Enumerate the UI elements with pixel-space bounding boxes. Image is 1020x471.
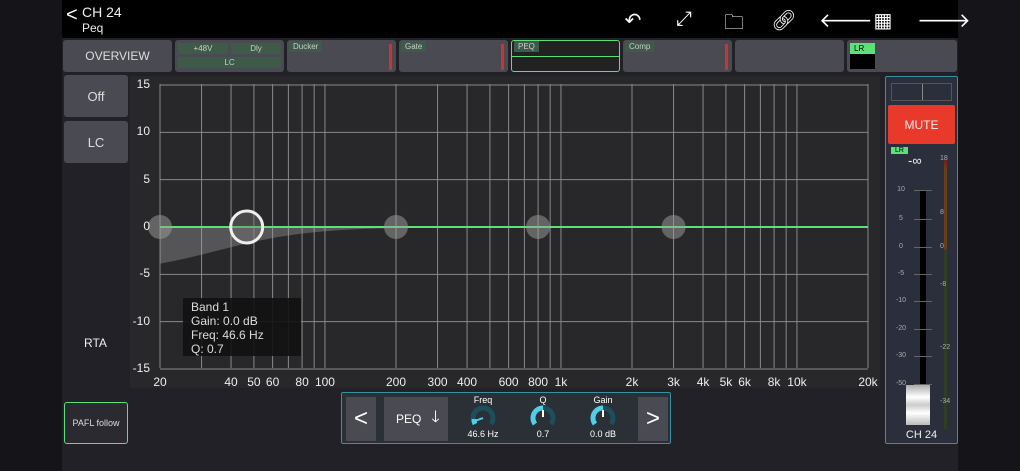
- band-handle[interactable]: [229, 209, 265, 245]
- freq-value: 46.6 Hz: [467, 429, 499, 439]
- q-value: 0.7: [536, 429, 550, 439]
- x-tick-label: 800: [528, 375, 549, 389]
- fader-handle[interactable]: [906, 385, 930, 425]
- gain-label: Gain: [593, 395, 613, 405]
- x-tick-label: 4k: [696, 375, 710, 389]
- x-tick-label: 200: [385, 375, 407, 389]
- x-tick-label: 300: [427, 375, 448, 389]
- band-name: Band 1: [191, 300, 230, 314]
- channel-name: CH 24: [905, 429, 938, 441]
- band-info: Band 1 Gain: 0.0 dB Freq: 46.6 Hz Q: 0.7: [183, 298, 301, 356]
- x-tick-label: 20: [153, 375, 167, 389]
- fader-scale-label: -10: [895, 297, 907, 304]
- y-tick-label: -5: [139, 266, 150, 281]
- level-meter: [944, 159, 947, 429]
- fader-tick: [914, 219, 932, 220]
- x-tick-label: 50: [247, 375, 261, 389]
- y-tick-label: -10: [132, 313, 150, 328]
- pan-control[interactable]: [891, 83, 952, 101]
- band-handle[interactable]: [384, 215, 408, 239]
- mute-button[interactable]: MUTE: [888, 105, 955, 144]
- x-tick-label: 40: [224, 375, 238, 389]
- fader-tick: [914, 356, 932, 357]
- meter-scale-label: -22: [940, 344, 951, 351]
- meter-scale-label: 18: [940, 155, 948, 162]
- q-dial: [530, 405, 556, 426]
- fader-scale-label: 0: [899, 243, 903, 250]
- y-tick-label: -15: [132, 361, 150, 375]
- fader-tick: [914, 274, 932, 275]
- fader-tick: [914, 190, 932, 191]
- prev-band-button[interactable]: <: [346, 397, 376, 441]
- x-tick-label: 400: [457, 375, 478, 389]
- freq-label: Freq: [473, 395, 493, 405]
- band-freq: Freq: 46.6 Hz: [191, 328, 264, 342]
- peq-mode-label: PEQ: [396, 412, 422, 426]
- lowcut-area: [160, 227, 468, 275]
- fader-tick: [914, 247, 932, 248]
- freq-dial: [470, 405, 496, 426]
- band-handle[interactable]: [148, 215, 172, 239]
- y-tick-label: 15: [136, 77, 150, 91]
- freq-knob[interactable]: Freq 46.6 Hz: [458, 395, 508, 439]
- x-tick-label: 20k: [858, 375, 878, 389]
- fader-level: -∞: [908, 153, 922, 168]
- q-knob[interactable]: Q 0.7: [518, 395, 568, 439]
- gain-value: 0.0 dB: [589, 429, 617, 439]
- q-label: Q: [539, 395, 547, 405]
- x-tick-label: 5k: [719, 375, 733, 389]
- x-tick-label: 3k: [667, 375, 680, 389]
- bus-badge: LR: [891, 147, 908, 154]
- x-tick-label: 60: [265, 375, 280, 389]
- x-tick-label: 1k: [554, 375, 568, 389]
- arrow-down-icon: 🡓: [431, 408, 440, 426]
- fader-tick: [914, 384, 932, 385]
- band-q: Q: 0.7: [191, 342, 224, 356]
- band-handle[interactable]: [661, 215, 686, 239]
- band-handle[interactable]: [526, 215, 551, 239]
- meter-scale-label: 0: [940, 243, 944, 250]
- fader-tick: [914, 301, 932, 302]
- x-tick-label: 10k: [787, 375, 807, 389]
- next-band-button[interactable]: >: [638, 397, 668, 441]
- x-tick-label: 80: [295, 375, 309, 389]
- meter-scale-label: -8: [940, 281, 947, 288]
- fader-scale-label: -5: [897, 270, 905, 277]
- fader-scale-label: -50: [895, 380, 907, 387]
- fader-track: [920, 190, 926, 390]
- x-tick-label: 600: [498, 375, 519, 389]
- fader-scale-label: 5: [899, 215, 903, 222]
- gain-knob[interactable]: Gain 0.0 dB: [578, 395, 628, 439]
- fader-scale-label: -20: [895, 325, 907, 332]
- x-tick-label: 8k: [767, 375, 781, 389]
- x-tick-label: 6k: [738, 375, 751, 389]
- x-tick-label: 100: [314, 375, 335, 389]
- meter-scale-label: 8: [940, 209, 944, 216]
- x-tick-label: 2k: [625, 375, 639, 389]
- peq-control-bar: < PEQ 🡓 Freq 46.6 Hz Q 0.7 Gain 0.0 dB >: [341, 392, 671, 444]
- fader-scale-label: -30: [895, 352, 907, 359]
- y-tick-label: 5: [143, 171, 150, 186]
- peq-mode-dropdown[interactable]: PEQ 🡓: [384, 397, 448, 441]
- gain-dial: [590, 405, 616, 426]
- channel-fader-strip: MUTE LR -∞ 10 5 0 -5 -10 -20 -30 -50 18 8 0 -8 -22 -3…: [885, 76, 958, 444]
- fader-tick: [914, 329, 932, 330]
- fader-scale-label: 10: [897, 186, 905, 193]
- y-tick-label: 10: [136, 124, 150, 139]
- meter-scale-label: -34: [940, 398, 951, 405]
- y-tick-label: 0: [143, 219, 150, 233]
- band-gain: Gain: 0.0 dB: [191, 314, 258, 328]
